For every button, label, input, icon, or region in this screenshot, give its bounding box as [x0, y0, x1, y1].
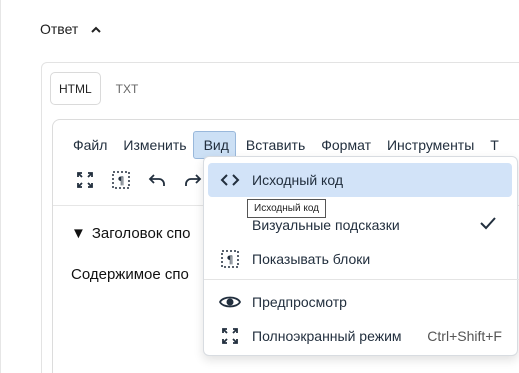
details-summary[interactable]: ▼ Заголовок спо: [71, 225, 191, 242]
menu-item-label: Визуальные подсказки: [252, 217, 400, 233]
menu-item-fullscreen[interactable]: Полноэкранный режим Ctrl+Shift+F: [208, 319, 512, 353]
fullscreen-button[interactable]: [73, 170, 97, 194]
menu-separator: [204, 279, 519, 280]
menu-insert[interactable]: Вставить: [236, 131, 311, 159]
svg-text:¶: ¶: [118, 174, 125, 187]
fullscreen-icon: [218, 324, 242, 348]
show-blocks-icon: ¶: [111, 170, 131, 195]
tab-html[interactable]: HTML: [50, 72, 101, 105]
show-blocks-button[interactable]: ¶: [109, 170, 133, 194]
editor-toolbar: ¶: [73, 167, 205, 197]
format-tabs: HTML TXT: [50, 72, 147, 105]
menu-tools[interactable]: Инструменты: [377, 131, 480, 159]
menu-item-preview[interactable]: Предпросмотр: [208, 285, 512, 319]
details-body-text: Содержимое спо: [71, 266, 189, 283]
checkmark-icon: [478, 213, 498, 236]
answer-panel: Ответ HTML TXT Файл Изменить Вид Вставит…: [0, 0, 519, 373]
show-blocks-icon: ¶: [218, 247, 242, 271]
source-code-icon: [218, 168, 242, 192]
svg-text:¶: ¶: [227, 254, 234, 267]
menu-edit[interactable]: Изменить: [113, 131, 192, 159]
menu-table[interactable]: Т: [480, 131, 505, 159]
view-menu-dropdown: Исходный код Визуальные подсказки ¶ Пока…: [203, 156, 519, 356]
menu-format[interactable]: Формат: [311, 131, 377, 159]
summary-text: Заголовок спо: [91, 225, 191, 242]
menu-item-label: Предпросмотр: [252, 294, 347, 310]
undo-button[interactable]: [145, 170, 169, 194]
menu-item-label: Полноэкранный режим: [252, 328, 402, 344]
redo-icon: [183, 170, 203, 195]
redo-button[interactable]: [181, 170, 205, 194]
tooltip: Исходный код: [247, 199, 326, 218]
menu-item-show-blocks[interactable]: ¶ Показывать блоки: [208, 242, 512, 276]
answer-section-header[interactable]: Ответ: [40, 17, 102, 41]
editor-content[interactable]: ▼ Заголовок спо Содержимое спо: [71, 225, 191, 283]
section-title: Ответ: [40, 21, 79, 37]
keyboard-shortcut: Ctrl+Shift+F: [427, 328, 502, 344]
menu-view[interactable]: Вид: [192, 131, 236, 159]
menu-item-label: Исходный код: [252, 172, 343, 188]
fullscreen-icon: [75, 170, 95, 195]
preview-eye-icon: [218, 290, 242, 314]
menu-item-label: Показывать блоки: [252, 251, 371, 267]
disclosure-triangle-icon: ▼: [71, 225, 86, 242]
menu-file[interactable]: Файл: [63, 131, 113, 159]
chevron-up-icon[interactable]: [90, 23, 102, 35]
menu-item-source-code[interactable]: Исходный код: [208, 163, 512, 197]
undo-icon: [147, 170, 167, 195]
tab-txt[interactable]: TXT: [107, 72, 148, 105]
